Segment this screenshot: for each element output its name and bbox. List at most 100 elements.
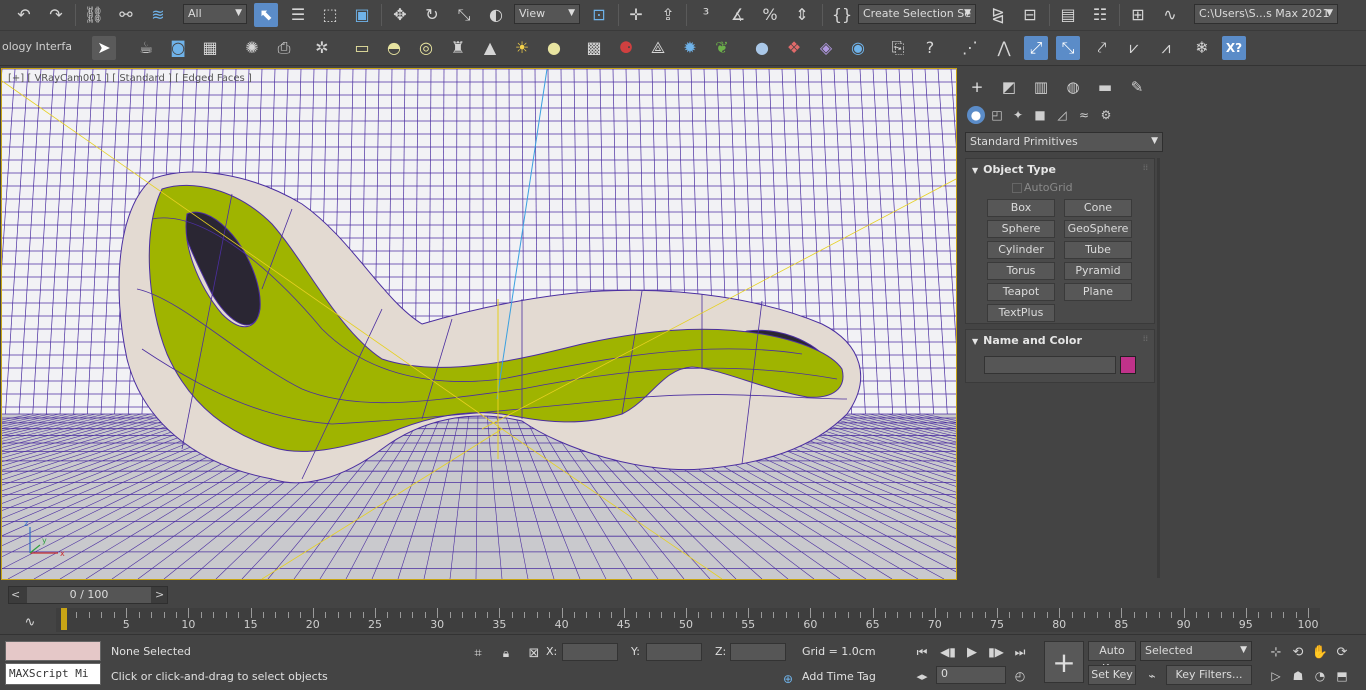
- track-bar[interactable]: 0510152025303540455055606570758085909510…: [56, 608, 1320, 632]
- current-frame-field[interactable]: 0: [936, 666, 1006, 684]
- textplus-button[interactable]: TextPlus: [987, 304, 1055, 322]
- teapot-button[interactable]: Teapot: [987, 283, 1055, 301]
- select-by-name-icon[interactable]: ☰: [286, 3, 310, 27]
- current-frame-marker[interactable]: [61, 608, 67, 630]
- pivot-icon[interactable]: ⊡: [587, 3, 611, 27]
- material-icon[interactable]: ⚈: [614, 36, 638, 60]
- absolute-mode-icon[interactable]: ⊠: [522, 641, 546, 665]
- key-filters-button[interactable]: Key Filters...: [1166, 665, 1252, 685]
- goto-start-icon[interactable]: ⏮: [910, 640, 934, 664]
- palette-icon[interactable]: ❖: [782, 36, 806, 60]
- select-object-icon[interactable]: ⬉: [254, 3, 278, 27]
- key-mode-dropdown[interactable]: Selected ▼: [1140, 641, 1252, 661]
- rotate-icon[interactable]: ↻: [420, 3, 444, 27]
- mask-icon[interactable]: ◈: [814, 36, 838, 60]
- window-crossing-icon[interactable]: ▣: [350, 3, 374, 27]
- helpers-icon[interactable]: ◿: [1053, 106, 1071, 124]
- redo-icon[interactable]: ↷: [44, 3, 68, 27]
- create-tab-icon[interactable]: +: [966, 76, 988, 98]
- sphere-light-icon[interactable]: ◎: [414, 36, 438, 60]
- asset-icon[interactable]: ⎘: [886, 36, 910, 60]
- bind-space-warp-icon[interactable]: ≋: [146, 3, 170, 27]
- edit-named-sets-icon[interactable]: {}: [830, 3, 854, 27]
- goto-end-icon[interactable]: ⏭: [1008, 640, 1032, 664]
- ik-icon[interactable]: ⋀: [992, 36, 1016, 60]
- mirror-icon[interactable]: ⧎: [986, 3, 1010, 27]
- prev-frame-icon[interactable]: ◀▮: [936, 640, 960, 664]
- ribbon-icon[interactable]: ⊞: [1126, 3, 1150, 27]
- percent-snap-icon[interactable]: %: [758, 3, 782, 27]
- render-frame-icon[interactable]: ◙: [166, 36, 190, 60]
- name-and-color-title[interactable]: ▼ Name and Color: [972, 334, 1082, 347]
- undo-icon[interactable]: ↶: [12, 3, 36, 27]
- cone-button[interactable]: Cone: [1064, 199, 1132, 217]
- pyramid-button[interactable]: Pyramid: [1064, 262, 1132, 280]
- dome-light-icon[interactable]: ◓: [382, 36, 406, 60]
- time-slider-next[interactable]: >: [155, 588, 164, 601]
- x-coord-field[interactable]: [562, 643, 618, 661]
- rect-region-icon[interactable]: ⬚: [318, 3, 342, 27]
- time-slider-prev[interactable]: <: [11, 588, 20, 601]
- cameras-icon[interactable]: ■: [1031, 106, 1049, 124]
- noise-icon[interactable]: ⩘: [1154, 36, 1178, 60]
- unlink-icon[interactable]: ⚯: [114, 3, 138, 27]
- box-button[interactable]: Box: [987, 199, 1055, 217]
- fur-icon[interactable]: ⟁: [646, 36, 670, 60]
- autogrid-checkbox[interactable]: AutoGrid: [1012, 181, 1073, 194]
- walk-through-icon[interactable]: ☗: [1286, 664, 1310, 688]
- shapes-icon[interactable]: ◰: [988, 106, 1006, 124]
- field-of-view-icon[interactable]: ▷: [1264, 664, 1288, 688]
- add-time-tag[interactable]: Add Time Tag: [802, 670, 876, 683]
- object-name-field[interactable]: [984, 356, 1116, 374]
- interface-tab[interactable]: ology Interfa: [2, 40, 78, 56]
- maxscript-mini-listener[interactable]: MAXScript Mi: [5, 663, 101, 685]
- cylinder-button[interactable]: Cylinder: [987, 241, 1055, 259]
- keyboard-shortcut-icon[interactable]: ⇪: [656, 3, 680, 27]
- help-icon[interactable]: ?: [918, 36, 942, 60]
- sphere-button[interactable]: Sphere: [987, 220, 1055, 238]
- torus-button[interactable]: Torus: [987, 262, 1055, 280]
- perspective-viewport[interactable]: x z y [+] [ VRayCam001 ] [ Standard ] [ …: [1, 68, 957, 580]
- key-filter-icon[interactable]: ⌁: [1140, 664, 1164, 688]
- ies-light-icon[interactable]: ▲: [478, 36, 502, 60]
- maximize-viewport-icon[interactable]: ⬒: [1330, 664, 1354, 688]
- curve-editor-mini-icon[interactable]: ∿: [18, 610, 42, 634]
- xp-icon[interactable]: X?: [1222, 36, 1246, 60]
- scatter-icon[interactable]: ✹: [678, 36, 702, 60]
- scale-icon[interactable]: ⤡: [452, 3, 476, 27]
- render-elements-icon[interactable]: ◉: [846, 36, 870, 60]
- selection-filter-dropdown[interactable]: All ▼: [183, 4, 247, 24]
- link-icon[interactable]: ⛓: [82, 3, 106, 27]
- modify-tab-icon[interactable]: ◩: [998, 76, 1020, 98]
- snow-icon[interactable]: ❄: [1190, 36, 1214, 60]
- viewport-label[interactable]: [+] [ VRayCam001 ] [ Standard ] [ Edged …: [8, 73, 252, 84]
- align-icon[interactable]: ⊟: [1018, 3, 1042, 27]
- utilities-tab-icon[interactable]: ✎: [1126, 76, 1148, 98]
- light-icon[interactable]: ✺: [240, 36, 264, 60]
- helper-icon[interactable]: ✲: [310, 36, 334, 60]
- geometry-icon[interactable]: ●: [967, 106, 985, 124]
- box-light-icon[interactable]: ▭: [350, 36, 374, 60]
- tube-button[interactable]: Tube: [1064, 241, 1132, 259]
- reference-coord-dropdown[interactable]: View ▼: [514, 4, 580, 24]
- frame-display[interactable]: 0 / 100: [27, 587, 151, 603]
- zoom-extents-icon[interactable]: ⊹: [1264, 640, 1288, 664]
- lights-icon[interactable]: ✦: [1009, 106, 1027, 124]
- object-color-swatch[interactable]: [1120, 356, 1136, 374]
- sun-icon[interactable]: ☀: [510, 36, 534, 60]
- named-selection-dropdown[interactable]: Create Selection Se ▼: [858, 4, 976, 24]
- systems-icon[interactable]: ⚙: [1097, 106, 1115, 124]
- cursor-icon[interactable]: ➤: [92, 36, 116, 60]
- placement-icon[interactable]: ◐: [484, 3, 508, 27]
- plant-icon[interactable]: ❦: [710, 36, 734, 60]
- spinner-snap-icon[interactable]: ⇕: [790, 3, 814, 27]
- maxscript-listener-top[interactable]: [5, 641, 101, 661]
- project-path-dropdown[interactable]: C:\Users\S...s Max 2021 ▼: [1194, 4, 1338, 24]
- key-mode-icon[interactable]: ◂▸: [910, 664, 934, 688]
- orbit-icon[interactable]: ⟳: [1330, 640, 1354, 664]
- plane-button[interactable]: Plane: [1064, 283, 1132, 301]
- sphere-icon[interactable]: ●: [750, 36, 774, 60]
- object-type-title[interactable]: ▼ Object Type: [972, 163, 1056, 176]
- panel-scrollbar[interactable]: [1157, 158, 1160, 578]
- bend-icon[interactable]: ⤢: [1024, 36, 1048, 60]
